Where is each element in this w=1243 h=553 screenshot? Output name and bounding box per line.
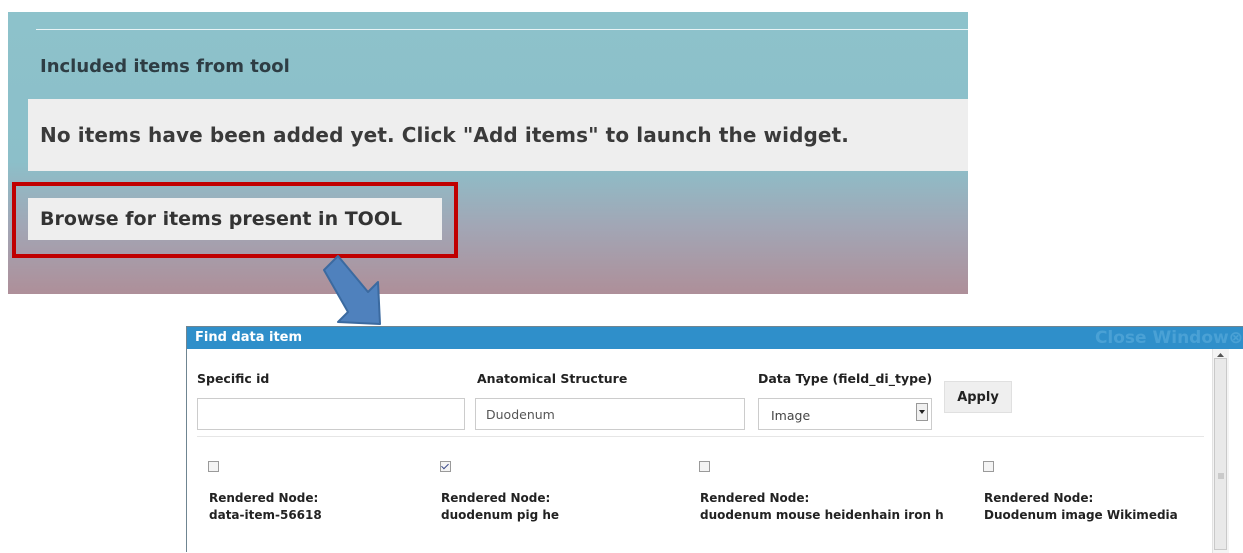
chevron-down-icon	[916, 403, 928, 421]
result-checkbox[interactable]	[440, 461, 451, 472]
anatomical-structure-label: Anatomical Structure	[477, 371, 628, 386]
rendered-node-value: data-item-56618	[209, 508, 322, 522]
highlight-box: Browse for items present in TOOL	[12, 182, 458, 258]
close-window-button[interactable]: Close Window⊗	[1095, 327, 1243, 349]
panel-divider	[36, 29, 968, 30]
close-window-label: Close Window	[1094, 328, 1229, 348]
modal-title: Find data item	[195, 330, 303, 345]
scroll-thumb[interactable]	[1214, 358, 1227, 550]
specific-id-input[interactable]	[197, 398, 465, 430]
anatomical-structure-input[interactable]	[475, 398, 745, 430]
empty-notice-text: No items have been added yet. Click "Add…	[40, 123, 849, 147]
scroll-up-icon[interactable]	[1217, 353, 1224, 357]
data-type-select[interactable]: Image	[758, 398, 932, 430]
data-type-label: Data Type (field_di_type)	[758, 371, 933, 386]
data-type-selected-value: Image	[771, 408, 811, 423]
result-checkbox[interactable]	[208, 461, 219, 472]
browse-items-button[interactable]: Browse for items present in TOOL	[28, 198, 442, 240]
modal-titlebar: Find data item Close Window⊗	[187, 327, 1243, 349]
specific-id-label: Specific id	[197, 371, 270, 386]
arrow-down-right-icon	[323, 255, 381, 325]
rendered-node-value: duodenum mouse heidenhain iron h	[700, 508, 944, 522]
result-checkbox[interactable]	[983, 461, 994, 472]
result-checkbox[interactable]	[699, 461, 710, 472]
filter-divider	[197, 436, 1204, 437]
modal-scrollbar[interactable]	[1212, 349, 1229, 553]
grip-icon	[1218, 473, 1224, 479]
included-items-panel: Included items from tool No items have b…	[8, 12, 968, 294]
section-heading: Included items from tool	[40, 56, 290, 77]
empty-notice: No items have been added yet. Click "Add…	[28, 99, 968, 171]
rendered-node-value: Duodenum image Wikimedia	[984, 508, 1178, 522]
rendered-node-value: duodenum pig he	[441, 508, 560, 522]
rendered-node-label: Rendered Node:	[984, 491, 1094, 505]
rendered-node-label: Rendered Node:	[700, 491, 810, 505]
rendered-node-label: Rendered Node:	[441, 491, 551, 505]
find-data-item-modal: Find data item Close Window⊗ Specific id…	[186, 326, 1243, 553]
apply-button[interactable]: Apply	[944, 381, 1012, 413]
rendered-node-label: Rendered Node:	[209, 491, 319, 505]
